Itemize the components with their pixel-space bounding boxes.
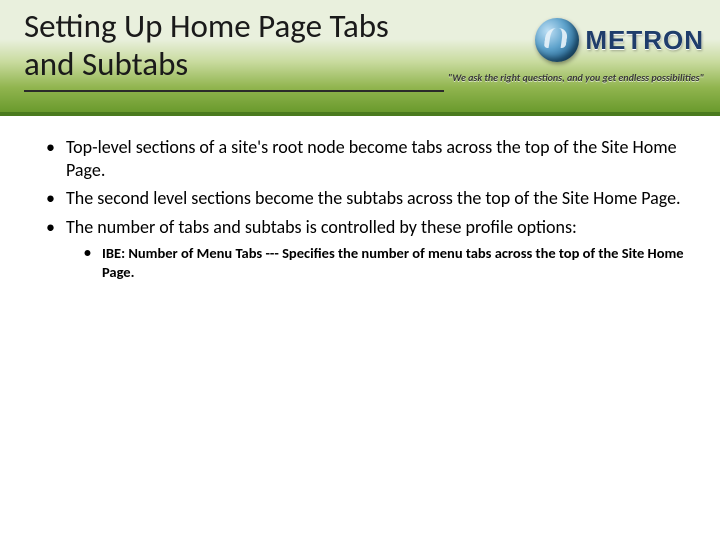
logo-orb-icon [535,18,579,62]
list-item: IBE: Number of Menu Tabs --- Specifies t… [100,244,686,282]
logo-text: METRON [585,25,704,56]
bullet-list: Top-level sections of a site's root node… [34,136,686,282]
brand-logo: METRON [535,18,704,62]
slide: Setting Up Home Page Tabs and Subtabs ME… [0,0,720,540]
list-item: The number of tabs and subtabs is contro… [64,216,686,282]
list-item: The second level sections become the sub… [64,187,686,210]
header-band: Setting Up Home Page Tabs and Subtabs ME… [0,0,720,114]
slide-title: Setting Up Home Page Tabs and Subtabs [24,8,444,92]
brand-tagline: "We ask the right questions, and you get… [444,71,704,84]
slide-body: Top-level sections of a site's root node… [0,114,720,282]
brand-block: METRON "We ask the right questions, and … [444,18,704,84]
list-item-text: The number of tabs and subtabs is contro… [66,216,577,238]
sub-bullet-list: IBE: Number of Menu Tabs --- Specifies t… [66,244,686,282]
list-item: Top-level sections of a site's root node… [64,136,686,181]
